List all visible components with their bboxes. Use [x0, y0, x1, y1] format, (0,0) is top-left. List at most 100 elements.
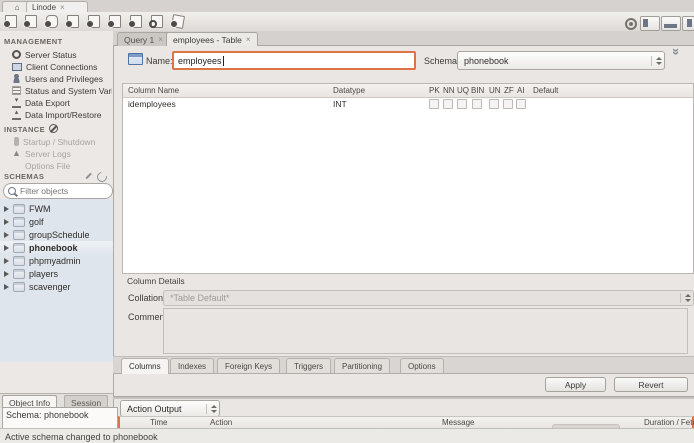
sidebar-item-server-status[interactable]: Server Status: [12, 49, 112, 60]
ai-checkbox[interactable]: [516, 99, 526, 109]
status-circle-icon: [625, 18, 637, 30]
tab-columns[interactable]: Columns: [121, 358, 169, 374]
panel-splitter[interactable]: [113, 396, 694, 399]
status-bar: Active schema changed to phonebook: [0, 428, 694, 443]
table-row[interactable]: idemployees INT: [123, 97, 693, 110]
tab-employees-table[interactable]: employees - Table ×: [166, 32, 258, 46]
sidebar-item-users-privileges[interactable]: Users and Privileges: [12, 73, 112, 84]
col-header-zf[interactable]: ZF: [504, 86, 514, 95]
tab-indexes[interactable]: Indexes: [170, 358, 214, 373]
expander-icon[interactable]: [4, 284, 9, 290]
new-sql-tab-icon[interactable]: [3, 15, 18, 28]
sidebar-item-startup-shutdown[interactable]: Startup / Shutdown: [12, 136, 112, 147]
schema-icon: [13, 230, 25, 240]
comment-textarea[interactable]: [163, 308, 688, 354]
schema-icon: [13, 269, 25, 279]
sidebar-item-data-export[interactable]: ▾ Data Export: [12, 97, 112, 108]
management-header: MANAGEMENT: [4, 37, 63, 46]
expander-icon[interactable]: [4, 206, 9, 212]
stepper-icon: [680, 293, 691, 303]
sidebar-item-data-import[interactable]: ▴ Data Import/Restore: [12, 109, 112, 120]
schema-item-phpmyadmin[interactable]: phpmyadmin: [0, 254, 113, 267]
refresh-schemas-icon[interactable]: [95, 170, 109, 184]
collation-select[interactable]: *Table Default*: [163, 290, 694, 306]
sidebar-item-status-system-variables[interactable]: Status and System Variables: [12, 85, 112, 96]
nn-checkbox[interactable]: [443, 99, 453, 109]
sidebar-item-client-connections[interactable]: Client Connections: [12, 61, 112, 72]
tab-options[interactable]: Options: [400, 358, 444, 373]
toggle-left-panel-icon[interactable]: [640, 16, 660, 31]
schema-item-phonebook[interactable]: phonebook: [0, 241, 113, 254]
revert-button[interactable]: Revert: [614, 377, 688, 392]
columns-grid-header: Column Name Datatype PK NN UQ BIN UN ZF …: [123, 84, 693, 98]
toggle-bottom-panel-icon[interactable]: [661, 16, 681, 31]
bin-checkbox[interactable]: [472, 99, 482, 109]
zf-checkbox[interactable]: [503, 99, 513, 109]
search-table-data-icon[interactable]: [149, 15, 164, 28]
expander-icon[interactable]: [4, 245, 9, 251]
schema-tree: FWM golf groupSchedule phonebook phpmyad: [0, 199, 113, 362]
schema-item-groupSchedule[interactable]: groupSchedule: [0, 228, 113, 241]
tab-query-1[interactable]: Query 1 ×: [117, 32, 170, 46]
column-details-title: Column Details: [127, 276, 185, 286]
schema-item-FWM[interactable]: FWM: [0, 202, 113, 215]
schema-select[interactable]: phonebook: [457, 51, 665, 70]
sidebar-item-options-file[interactable]: Options File: [12, 160, 112, 171]
toggle-right-panel-icon[interactable]: [682, 16, 694, 31]
schema-icon: [13, 256, 25, 266]
tab-triggers[interactable]: Triggers: [286, 358, 331, 373]
startup-shutdown-icon: [14, 137, 19, 146]
close-icon[interactable]: ×: [158, 35, 163, 44]
columns-grid[interactable]: Column Name Datatype PK NN UQ BIN UN ZF …: [122, 83, 694, 274]
new-table-icon[interactable]: [65, 15, 80, 28]
sidebar-item-server-logs[interactable]: ▲ Server Logs: [12, 148, 112, 159]
open-sql-script-icon[interactable]: [23, 15, 38, 28]
tab-foreign-keys[interactable]: Foreign Keys: [217, 358, 280, 373]
schema-filter[interactable]: [3, 183, 113, 199]
stepper-icon: [206, 404, 217, 414]
expand-schemas-icon[interactable]: [84, 172, 92, 180]
info-panel-tabs: Object Info Session: [0, 393, 113, 408]
cell-datatype[interactable]: INT: [333, 99, 347, 109]
output-header-action: Action: [210, 418, 232, 427]
table-name-input[interactable]: employees: [172, 51, 416, 70]
table-icon: [128, 53, 143, 65]
new-procedure-icon[interactable]: [107, 15, 122, 28]
col-header-nn[interactable]: NN: [443, 86, 455, 95]
expander-icon[interactable]: [4, 219, 9, 225]
pk-checkbox[interactable]: [429, 99, 439, 109]
col-header-bin[interactable]: BIN: [471, 86, 484, 95]
expander-icon[interactable]: [4, 271, 9, 277]
uq-checkbox[interactable]: [457, 99, 467, 109]
col-header-default[interactable]: Default: [533, 86, 558, 95]
new-function-icon[interactable]: [128, 15, 143, 28]
apply-button[interactable]: Apply: [545, 377, 606, 392]
reconnect-dbms-icon[interactable]: [170, 15, 185, 28]
schema-item-golf[interactable]: golf: [0, 215, 113, 228]
col-header-ai[interactable]: AI: [517, 86, 525, 95]
tab-partitioning[interactable]: Partitioning: [334, 358, 390, 373]
expander-icon[interactable]: [4, 258, 9, 264]
expander-icon[interactable]: [4, 232, 9, 238]
collapse-header-chevron-icon[interactable]: »: [668, 48, 682, 70]
home-icon: ⌂: [15, 3, 20, 12]
new-view-icon[interactable]: [86, 15, 101, 28]
schema-item-scavenger[interactable]: scavenger: [0, 280, 113, 293]
schema-item-players[interactable]: players: [0, 267, 113, 280]
col-header-datatype[interactable]: Datatype: [333, 86, 365, 95]
new-schema-icon[interactable]: [44, 15, 59, 28]
un-checkbox[interactable]: [489, 99, 499, 109]
action-output-select[interactable]: Action Output: [120, 400, 220, 417]
close-icon[interactable]: ×: [60, 3, 65, 12]
server-status-icon: [12, 50, 21, 59]
col-header-un[interactable]: UN: [489, 86, 501, 95]
filter-objects-input[interactable]: [20, 186, 100, 196]
col-header-pk[interactable]: PK: [429, 86, 440, 95]
col-header-uq[interactable]: UQ: [457, 86, 469, 95]
schema-icon: [13, 204, 25, 214]
cell-column-name[interactable]: idemployees: [128, 99, 176, 109]
col-header-column-name[interactable]: Column Name: [128, 86, 179, 95]
server-logs-icon: ▲: [12, 149, 21, 158]
close-icon[interactable]: ×: [246, 35, 251, 44]
instance-header: INSTANCE: [4, 123, 58, 134]
